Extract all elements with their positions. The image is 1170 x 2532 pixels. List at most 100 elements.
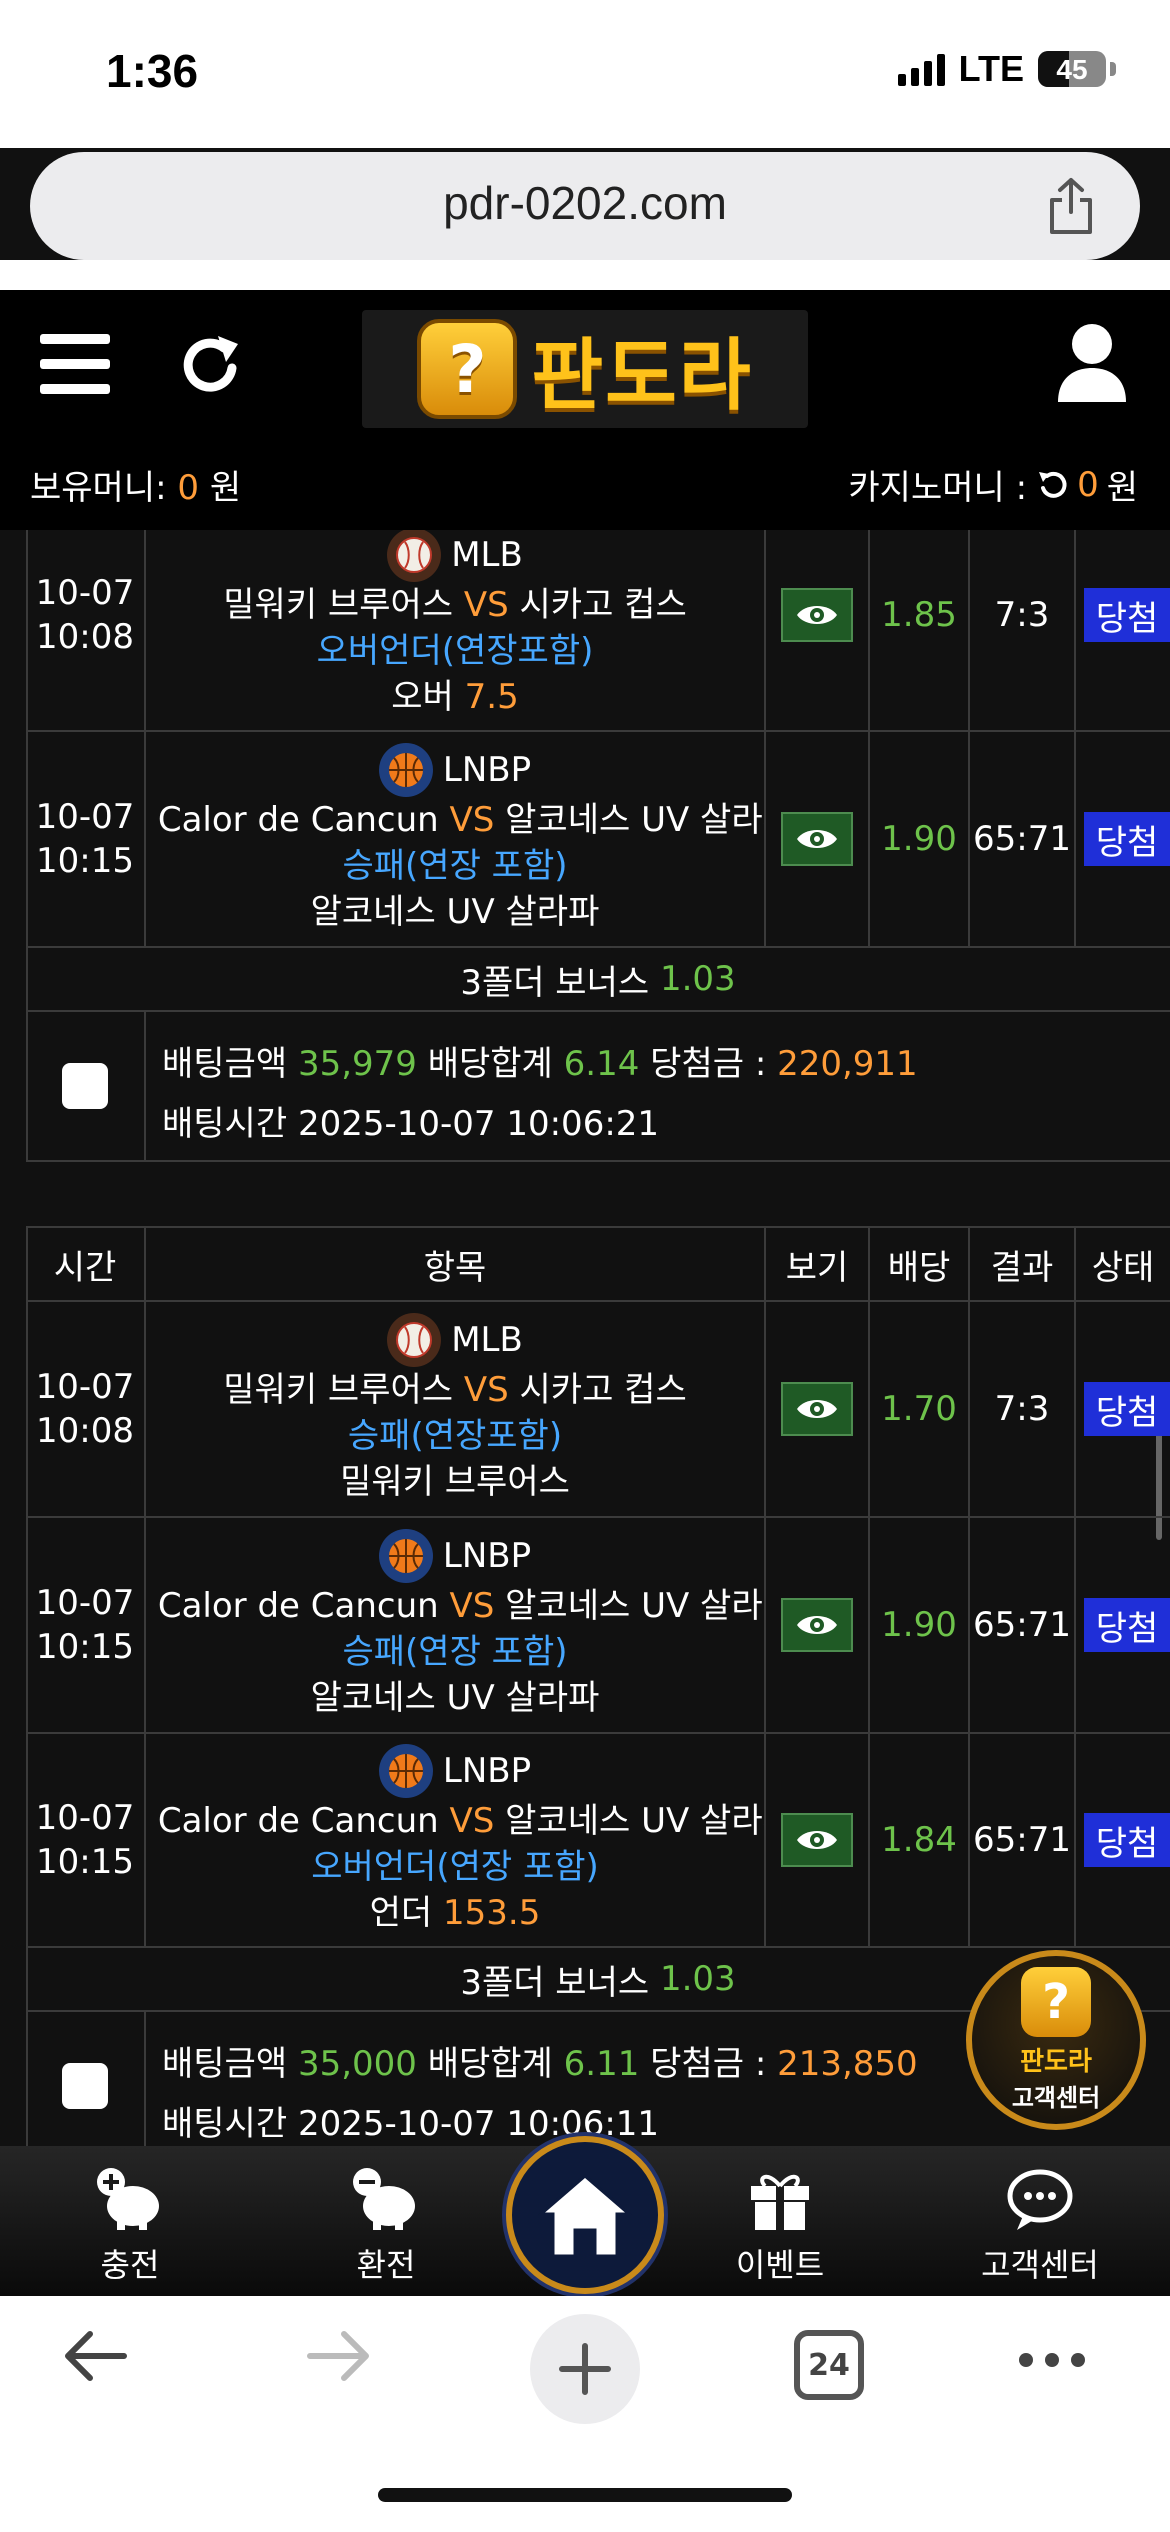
result: 7:3 <box>970 1302 1076 1516</box>
gift-icon <box>751 2174 809 2230</box>
nav-deposit[interactable]: 충전 <box>30 2166 230 2286</box>
casino-money: 카지노머니 : 0 원 <box>848 460 1138 509</box>
view-cell <box>766 530 870 730</box>
held-money-label: 보유머니: <box>30 468 167 508</box>
matchup: 밀워키 브루어스 VS 시카고 컵스 <box>223 582 686 628</box>
status-badge: 당첨 <box>1084 1813 1170 1867</box>
nav-support[interactable]: 고객센터 <box>940 2166 1140 2286</box>
view-cell <box>766 732 870 946</box>
col-result: 결과 <box>970 1228 1076 1300</box>
eye-icon <box>797 830 837 848</box>
select-checkbox[interactable] <box>62 2063 108 2109</box>
vs-label: VS <box>463 585 509 625</box>
new-tab-button[interactable] <box>530 2314 640 2424</box>
view-button[interactable] <box>781 1382 853 1436</box>
view-button[interactable] <box>781 812 853 866</box>
table-row: 10-07 10:15 LNBP El Calor de Cancun VS 알… <box>26 732 1170 948</box>
match-time: 10-07 10:15 <box>26 732 146 946</box>
market-name: 오버언더(연장 포함) <box>311 1847 599 1887</box>
market-name: 승패(연장 포함) <box>342 846 568 886</box>
league-name: LNBP <box>442 1751 532 1791</box>
tabs-button[interactable]: 24 <box>794 2330 864 2400</box>
battery-icon: 45 <box>1038 51 1106 87</box>
held-money-unit: 원 <box>209 468 242 508</box>
league: LNBP <box>378 1744 532 1798</box>
home-button[interactable] <box>506 2136 664 2294</box>
view-button[interactable] <box>781 1813 853 1867</box>
matchup: El Calor de Cancun VS 알코네스 UV 살라파 <box>146 1798 764 1844</box>
view-button[interactable] <box>781 1598 853 1652</box>
casino-refresh-icon[interactable] <box>1035 468 1069 502</box>
home-indicator[interactable] <box>378 2488 792 2502</box>
folder-bonus: 3폴더 보너스 1.03 <box>26 948 1170 1012</box>
pick-label: 알코네스 UV 살라파 <box>310 892 600 932</box>
nav-withdraw[interactable]: 환전 <box>286 2166 486 2286</box>
col-item: 항목 <box>146 1228 766 1300</box>
league: LNBP <box>378 1529 531 1583</box>
nav-withdraw-label: 환전 <box>356 2246 416 2284</box>
match-item: MLB 밀워키 브루어스 VS 시카고 컵스 승패(연장포함) 밀워키 브루어스 <box>146 1302 766 1516</box>
matchup: El Calor de Cancun VS 알코네스 UV 살라파 <box>146 1583 766 1629</box>
home-team: El Calor de Cancun <box>146 800 439 840</box>
share-icon[interactable] <box>1044 176 1098 236</box>
table-row: 10-07 10:15 LNBP El Calor de Cancun VS 알… <box>26 1518 1170 1734</box>
more-icon[interactable] <box>1016 2350 1088 2370</box>
win-label: 당첨금 : <box>650 2044 767 2084</box>
status-cell: 당첨 <box>1076 530 1170 730</box>
pick-label: 오버 <box>391 677 454 717</box>
user-icon[interactable] <box>1054 320 1130 404</box>
match-clock: 10:15 <box>36 1842 134 1882</box>
view-cell <box>766 1302 870 1516</box>
nav-support-label: 고객센터 <box>981 2246 1099 2284</box>
piggy-minus-icon <box>353 2168 415 2230</box>
view-button[interactable] <box>781 588 853 642</box>
status-cell: 당첨 <box>1076 1734 1170 1946</box>
status-cell: 당첨 <box>1076 1518 1170 1732</box>
market-name: 승패(연장포함) <box>347 1416 563 1456</box>
status-badge: 당첨 <box>1084 812 1170 866</box>
eye-icon <box>797 1831 837 1849</box>
matchup: 밀워키 브루어스 VS 시카고 컵스 <box>223 1367 686 1413</box>
back-arrow-icon[interactable] <box>60 2326 130 2386</box>
matchup: El Calor de Cancun VS 알코네스 UV 살라파 <box>146 797 764 843</box>
odds: 1.90 <box>870 732 970 946</box>
customer-center-float-button[interactable]: ? 판도라 고객센터 <box>966 1950 1146 2130</box>
home-icon <box>537 2174 633 2258</box>
pick-value: 7.5 <box>464 677 519 717</box>
pandora-logo[interactable]: ? 판도라 <box>362 310 808 428</box>
status-badge: 당첨 <box>1084 588 1170 642</box>
pick: 밀워키 브루어스 <box>340 1459 570 1505</box>
market-name: 승패(연장 포함) <box>342 1632 568 1672</box>
status-badge: 당첨 <box>1084 1598 1170 1652</box>
nav-event[interactable]: 이벤트 <box>680 2166 880 2286</box>
result: 7:3 <box>970 530 1076 730</box>
bonus-label: 3폴더 보너스 <box>460 1962 650 2003</box>
select-checkbox[interactable] <box>62 1063 108 1109</box>
match-item: LNBP El Calor de Cancun VS 알코네스 UV 살라파 승… <box>146 732 766 946</box>
forward-arrow-icon[interactable] <box>304 2326 374 2386</box>
league: MLB <box>387 1313 523 1367</box>
eye-icon <box>797 1616 837 1634</box>
match-clock: 10:15 <box>36 841 134 881</box>
amount-label: 배팅금액 <box>162 1044 288 1084</box>
match-time: 10-07 10:15 <box>26 1734 146 1946</box>
cs-label: 고객센터 <box>1011 2084 1101 2112</box>
basketball-icon <box>378 1529 433 1583</box>
win-value: 220,911 <box>777 1044 918 1084</box>
home-team: El Calor de Cancun <box>146 1586 439 1626</box>
odds-total-value: 6.11 <box>563 2044 640 2084</box>
address-bar[interactable]: pdr-0202.com <box>30 152 1140 260</box>
pick-value: 153.5 <box>443 1893 541 1933</box>
away-team: 알코네스 UV 살라파 <box>505 1586 766 1626</box>
status-time: 1:36 <box>106 45 199 97</box>
league-name: MLB <box>451 1320 523 1360</box>
nav-deposit-label: 충전 <box>100 2246 160 2284</box>
menu-icon[interactable] <box>40 334 110 394</box>
refresh-icon[interactable] <box>176 330 246 400</box>
piggy-plus-icon <box>97 2168 159 2230</box>
status-cell: 당첨 <box>1076 732 1170 946</box>
pick: 알코네스 UV 살라파 <box>311 1675 600 1721</box>
status-cell: 당첨 <box>1076 1302 1170 1516</box>
win-label: 당첨금 : <box>650 1044 767 1084</box>
bet-history[interactable]: 10-07 10:08 MLB 밀워키 브루어스 VS 시카고 컵스 오버언더(… <box>0 530 1170 2146</box>
